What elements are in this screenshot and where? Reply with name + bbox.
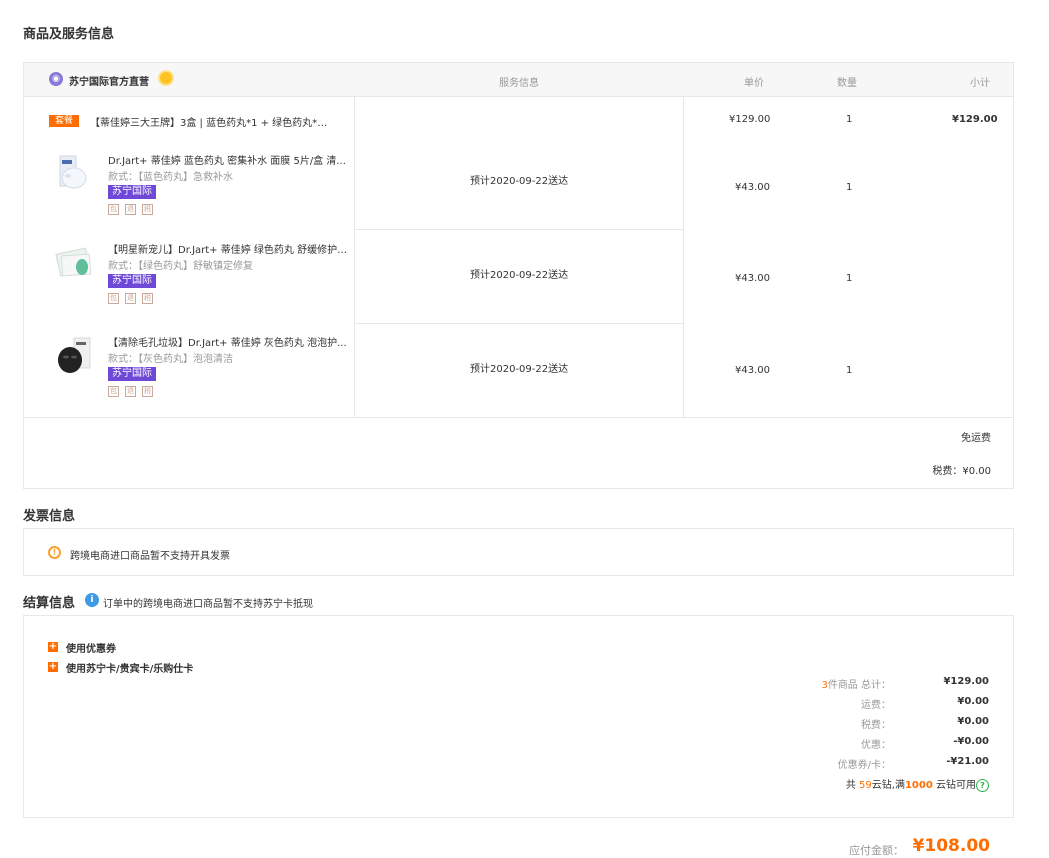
suning-intl-tag: 苏宁国际 — [108, 367, 156, 381]
cloud-mid: 云钻,满 — [871, 780, 905, 791]
expand-plus-icon[interactable]: + — [48, 662, 58, 672]
product-price: ¥43.00 — [735, 273, 770, 284]
delivery-estimate: 预计2020-09-22送达 — [470, 270, 569, 281]
goods-total-label: 3件商品 总计： — [821, 676, 891, 691]
store-icon: ◉ — [49, 72, 63, 86]
free-shipping-label: 免运费 — [961, 433, 991, 444]
tax-label: 税费： — [861, 720, 891, 731]
coupon-card-label: 优惠券/卡： — [837, 760, 891, 771]
freight-label: 运费： — [861, 700, 891, 711]
return-service-icon: 退 — [125, 386, 136, 397]
product-spec: 款式：【蓝色药丸】急救补水 — [108, 172, 233, 183]
package-service-icon: 包 — [108, 204, 119, 215]
cloud-threshold: 1000 — [904, 780, 933, 791]
goods-total-value: ¥129.00 — [943, 676, 989, 687]
column-unit-price: 单价 — [744, 78, 764, 89]
product-price: ¥43.00 — [735, 182, 770, 193]
cloud-suffix: 云钻可用 — [936, 780, 976, 791]
invoice-section-title: 发票信息 — [23, 509, 76, 524]
bundle-unit-price: ¥129.00 — [729, 114, 771, 125]
pay-amount-label: 应付金额： — [849, 844, 904, 857]
product-quantity: 1 — [846, 182, 853, 193]
goods-section-title: 商品及服务信息 — [23, 27, 115, 42]
info-icon: i — [85, 593, 99, 607]
service-icons: 包退税 — [108, 292, 159, 304]
goods-total-text: 件商品 总计： — [827, 680, 891, 691]
divider — [354, 97, 355, 417]
product-item: 【明星新宠儿】Dr.Jart+ 蒂佳婷 绿色药丸 舒缓修护 ... 款式：【绿色… — [24, 241, 354, 321]
invoice-box: ! 跨境电商进口商品暂不支持开具发票 — [23, 528, 1014, 576]
divider — [24, 417, 1013, 418]
discount-value: -¥0.00 — [953, 736, 989, 747]
tax-service-icon: 税 — [142, 386, 153, 397]
product-spec: 款式：【绿色药丸】舒敏镇定修复 — [108, 261, 253, 272]
order-table-header: ◉ 苏宁国际官方直营 服务信息 单价 数量 小计 — [24, 63, 1013, 97]
package-service-icon: 包 — [108, 293, 119, 304]
product-quantity: 1 — [846, 273, 853, 284]
product-item: 【清除毛孔垃圾】Dr.Jart+ 蒂佳婷 灰色药丸 泡泡护... 款式：【灰色药… — [24, 334, 354, 414]
product-price: ¥43.00 — [735, 365, 770, 376]
suning-intl-tag: 苏宁国际 — [108, 185, 156, 199]
product-title[interactable]: 【明星新宠儿】Dr.Jart+ 蒂佳婷 绿色药丸 舒缓修护 ... — [108, 241, 348, 256]
tax-service-icon: 税 — [142, 204, 153, 215]
delivery-estimate: 预计2020-09-22送达 — [470, 176, 569, 187]
product-quantity: 1 — [846, 365, 853, 376]
coupon-card-value: -¥21.00 — [946, 756, 989, 767]
product-thumbnail[interactable] — [52, 152, 98, 198]
warning-icon: ! — [48, 546, 61, 559]
divider — [683, 97, 684, 417]
use-coupon-option[interactable]: 使用优惠券 — [66, 640, 116, 655]
order-table: ◉ 苏宁国际官方直营 服务信息 单价 数量 小计 套餐 【蒂佳婷三大王牌】3盒 … — [23, 62, 1014, 489]
bundle-tag: 套餐 — [49, 115, 79, 127]
help-icon[interactable]: ? — [976, 778, 989, 792]
product-thumbnail[interactable] — [52, 334, 98, 380]
expand-plus-icon[interactable]: + — [48, 642, 58, 652]
suning-intl-tag: 苏宁国际 — [108, 274, 156, 288]
cloud-count: 59 — [859, 780, 872, 791]
service-icons: 包退税 — [108, 203, 159, 215]
column-quantity: 数量 — [837, 78, 857, 89]
product-item: Dr.Jart+ 蒂佳婷 蓝色药丸 密集补水 面膜 5片/盒 清... 款式：【… — [24, 152, 354, 232]
store-name[interactable]: 苏宁国际官方直营 — [69, 73, 149, 88]
store-badge-icon — [158, 70, 174, 86]
use-card-option[interactable]: 使用苏宁卡/贵宾卡/乐购仕卡 — [66, 660, 193, 675]
pay-amount-value: ¥108.00 — [912, 836, 990, 856]
tax-service-icon: 税 — [142, 293, 153, 304]
column-subtotal: 小计 — [970, 78, 990, 89]
product-spec: 款式：【灰色药丸】泡泡清洁 — [108, 354, 233, 365]
tax-fee-label: 税费：¥0.00 — [932, 466, 991, 477]
tax-value: ¥0.00 — [957, 716, 989, 727]
product-thumbnail[interactable] — [52, 241, 98, 287]
bundle-quantity: 1 — [846, 114, 853, 125]
cloud-diamond-info: 共 59云钻,满1000 云钻可用? — [846, 776, 989, 792]
bundle-subtotal: ¥129.00 — [952, 114, 998, 125]
invoice-notice: 跨境电商进口商品暂不支持开具发票 — [70, 551, 230, 562]
product-title[interactable]: Dr.Jart+ 蒂佳婷 蓝色药丸 密集补水 面膜 5片/盒 清... — [108, 152, 348, 167]
settle-section-title: 结算信息 — [23, 596, 76, 611]
freight-value: ¥0.00 — [957, 696, 989, 707]
divider — [355, 323, 683, 324]
bundle-title[interactable]: 【蒂佳婷三大王牌】3盒 | 蓝色药丸*1 + 绿色药丸*1... — [90, 114, 330, 129]
return-service-icon: 退 — [125, 204, 136, 215]
divider — [355, 229, 683, 230]
product-title[interactable]: 【清除毛孔垃圾】Dr.Jart+ 蒂佳婷 灰色药丸 泡泡护... — [108, 334, 348, 349]
discount-label: 优惠： — [861, 740, 891, 751]
cloud-prefix: 共 — [845, 780, 856, 791]
delivery-estimate: 预计2020-09-22送达 — [470, 364, 569, 375]
return-service-icon: 退 — [125, 293, 136, 304]
column-service: 服务信息 — [499, 78, 539, 89]
package-service-icon: 包 — [108, 386, 119, 397]
settle-note: 订单中的跨境电商进口商品暂不支持苏宁卡抵现 — [103, 599, 313, 610]
service-icons: 包退税 — [108, 385, 159, 397]
